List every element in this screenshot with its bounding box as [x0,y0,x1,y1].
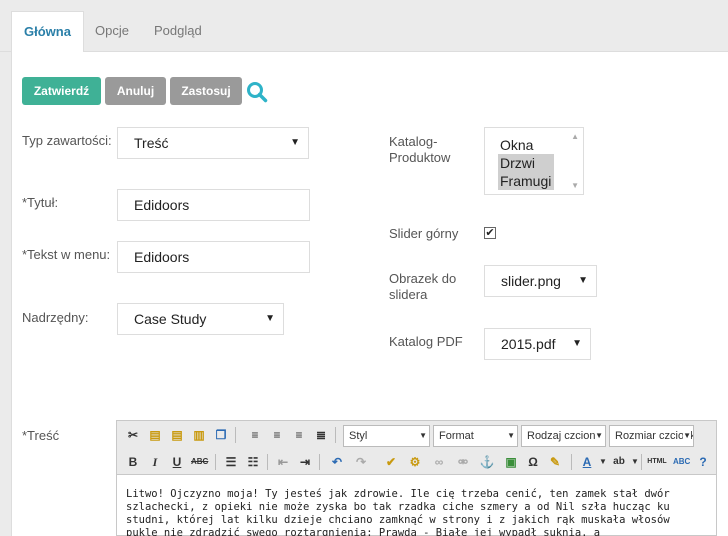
paste-word-icon[interactable]: ▥ [191,427,207,443]
link-icon[interactable]: ∞ [431,454,447,470]
font-combo-label: Rodzaj czcionki [527,430,604,442]
style-combo[interactable]: Styl ▼ [343,425,430,447]
apply-button[interactable]: Zastosuj [170,77,242,105]
paste-icon[interactable]: ▤ [147,427,163,443]
highlight-color-icon[interactable]: ab [611,454,627,470]
outdent-icon[interactable]: ⇤ [275,454,291,470]
chevron-down-icon: ▼ [419,431,427,440]
strikethrough-icon[interactable]: ABC [191,454,208,470]
parent-select[interactable]: Case Study ▼ [117,303,284,335]
title-label: *Tytuł: [22,195,59,210]
tab-opcje[interactable]: Opcje [83,11,141,52]
indent-icon[interactable]: ⇥ [297,454,313,470]
clean-up-icon[interactable]: ✎ [547,454,563,470]
search-icon[interactable] [246,81,268,103]
content-type-value: Treść [134,135,169,151]
chevron-down-icon: ▼ [578,275,588,286]
slider-top-checkbox[interactable]: ✔ [484,227,496,239]
scroll-up-icon[interactable]: ▲ [571,132,579,141]
slider-image-value: slider.png [501,273,561,289]
title-input[interactable]: Edidoors [117,189,310,221]
image-icon[interactable]: ▣ [503,454,519,470]
spellcheck-icon[interactable]: ✔ [383,454,399,470]
toolbar-separator [641,454,642,470]
underline-icon[interactable]: U [169,454,185,470]
paste-text-icon[interactable]: ▤ [169,427,185,443]
format-combo-label: Format [439,430,474,442]
spellcheck-abc-icon[interactable]: ABC [673,454,690,470]
special-char-icon[interactable]: Ω [525,454,541,470]
tab-bar: Główna Opcje Podgląd [0,0,728,53]
parent-value: Case Study [134,311,207,327]
catalog-listbox[interactable]: Okna Drzwi Framugi ▲ ▼ [484,127,584,195]
approve-button[interactable]: Zatwierdź [22,77,101,105]
align-right-icon[interactable]: ≡ [291,427,307,443]
catalog-label: Katalog-Produktow [389,134,451,165]
pdf-catalog-label: Katalog PDF [389,334,463,349]
toolbar-separator [235,427,236,443]
pdf-catalog-select[interactable]: 2015.pdf ▼ [484,328,591,360]
anchor-icon[interactable]: ⚓ [479,454,495,470]
catalog-option[interactable]: Drzwi [498,154,554,172]
size-combo[interactable]: Rozmiar czcionki ▼ [609,425,694,447]
slider-image-select[interactable]: slider.png ▼ [484,265,597,297]
catalog-option[interactable]: Okna [498,136,535,154]
editor-toolbar: ✂ ▤ ▤ ▥ ❐ ≡ ≡ ≡ ≣ Styl ▼ Format ▼ Rodzaj… [117,421,716,475]
toolbar-separator [215,454,216,470]
editor-content[interactable]: Litwo! Ojczyzno moja! Ty jesteś jak zdro… [126,488,706,536]
bold-icon[interactable]: B [125,454,141,470]
content-type-select[interactable]: Treść ▼ [117,127,309,159]
toolbar-separator [335,427,336,443]
chevron-down-icon: ▼ [507,431,515,440]
chevron-down-icon: ▼ [683,426,691,446]
undo-icon[interactable]: ↶ [329,454,345,470]
menu-text-input[interactable]: Edidoors [117,241,310,273]
italic-icon[interactable]: I [147,454,163,470]
scroll-down-icon[interactable]: ▼ [571,181,579,190]
chevron-down-icon: ▼ [290,137,300,148]
tab-glowna[interactable]: Główna [11,11,84,53]
numbered-list-icon[interactable]: ☷ [245,454,261,470]
toolbar-separator [267,454,268,470]
unlink-icon[interactable]: ⚮ [455,454,471,470]
toolbar-separator [319,454,320,470]
help-icon[interactable]: ? [695,454,711,470]
rich-text-editor: ✂ ▤ ▤ ▥ ❐ ≡ ≡ ≡ ≣ Styl ▼ Format ▼ Rodzaj… [116,420,717,536]
format-combo[interactable]: Format ▼ [433,425,518,447]
chevron-down-icon: ▼ [572,338,582,349]
tab-podglad[interactable]: Podgląd [142,11,214,52]
align-justify-icon[interactable]: ≣ [313,427,329,443]
slider-image-label: Obrazek do slidera [389,271,457,302]
chevron-down-icon: ▼ [595,426,603,446]
catalog-option[interactable]: Framugi [498,172,554,190]
find-replace-icon[interactable]: ⚙ [407,454,423,470]
content-type-label: Typ zawartości: [22,133,112,148]
font-color-icon[interactable]: A [579,454,595,470]
slider-top-label: Slider górny [389,226,459,241]
pdf-catalog-value: 2015.pdf [501,336,556,352]
style-combo-label: Styl [349,430,368,442]
bullet-list-icon[interactable]: ☰ [223,454,239,470]
copy-icon[interactable]: ❐ [213,427,229,443]
menu-text-label: *Tekst w menu: [22,247,111,262]
html-source-icon[interactable]: HTML [647,454,667,470]
cut-icon[interactable]: ✂ [125,427,141,443]
align-left-icon[interactable]: ≡ [247,427,263,443]
redo-icon[interactable]: ↷ [353,454,369,470]
chevron-down-icon: ▼ [265,313,275,324]
chevron-down-icon[interactable]: ▼ [595,454,611,470]
cancel-button[interactable]: Anuluj [105,77,166,105]
parent-label: Nadrzędny: [22,310,89,325]
toolbar-separator [571,454,572,470]
font-combo[interactable]: Rodzaj czcionki ▼ [521,425,606,447]
align-center-icon[interactable]: ≡ [269,427,285,443]
content-label: *Treść [22,428,60,443]
